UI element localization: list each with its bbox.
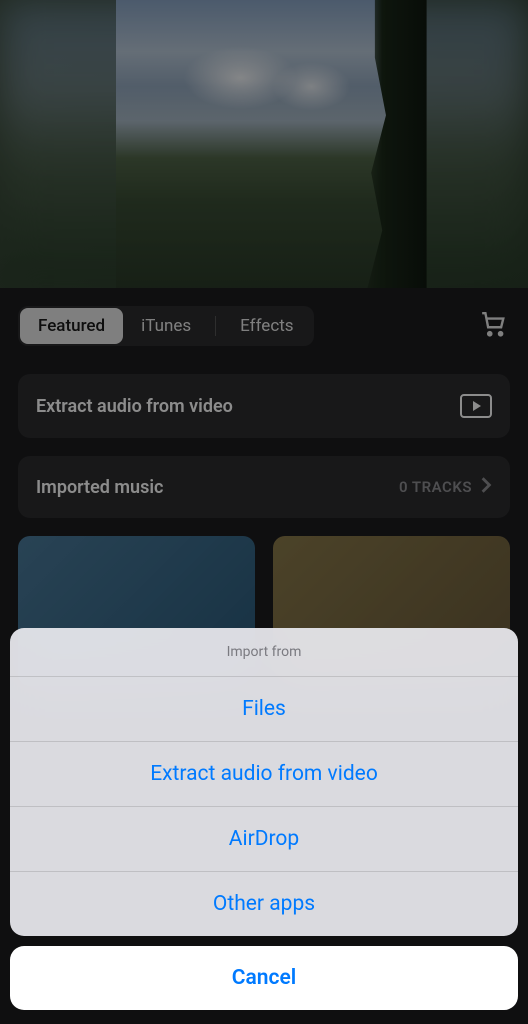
cancel-button[interactable]: Cancel [10, 946, 518, 1010]
sheet-title: Import from [10, 628, 518, 677]
option-airdrop[interactable]: AirDrop [10, 807, 518, 872]
option-files[interactable]: Files [10, 677, 518, 742]
option-other-apps[interactable]: Other apps [10, 872, 518, 936]
import-action-sheet: Import from Files Extract audio from vid… [0, 628, 528, 1024]
option-extract-audio[interactable]: Extract audio from video [10, 742, 518, 807]
